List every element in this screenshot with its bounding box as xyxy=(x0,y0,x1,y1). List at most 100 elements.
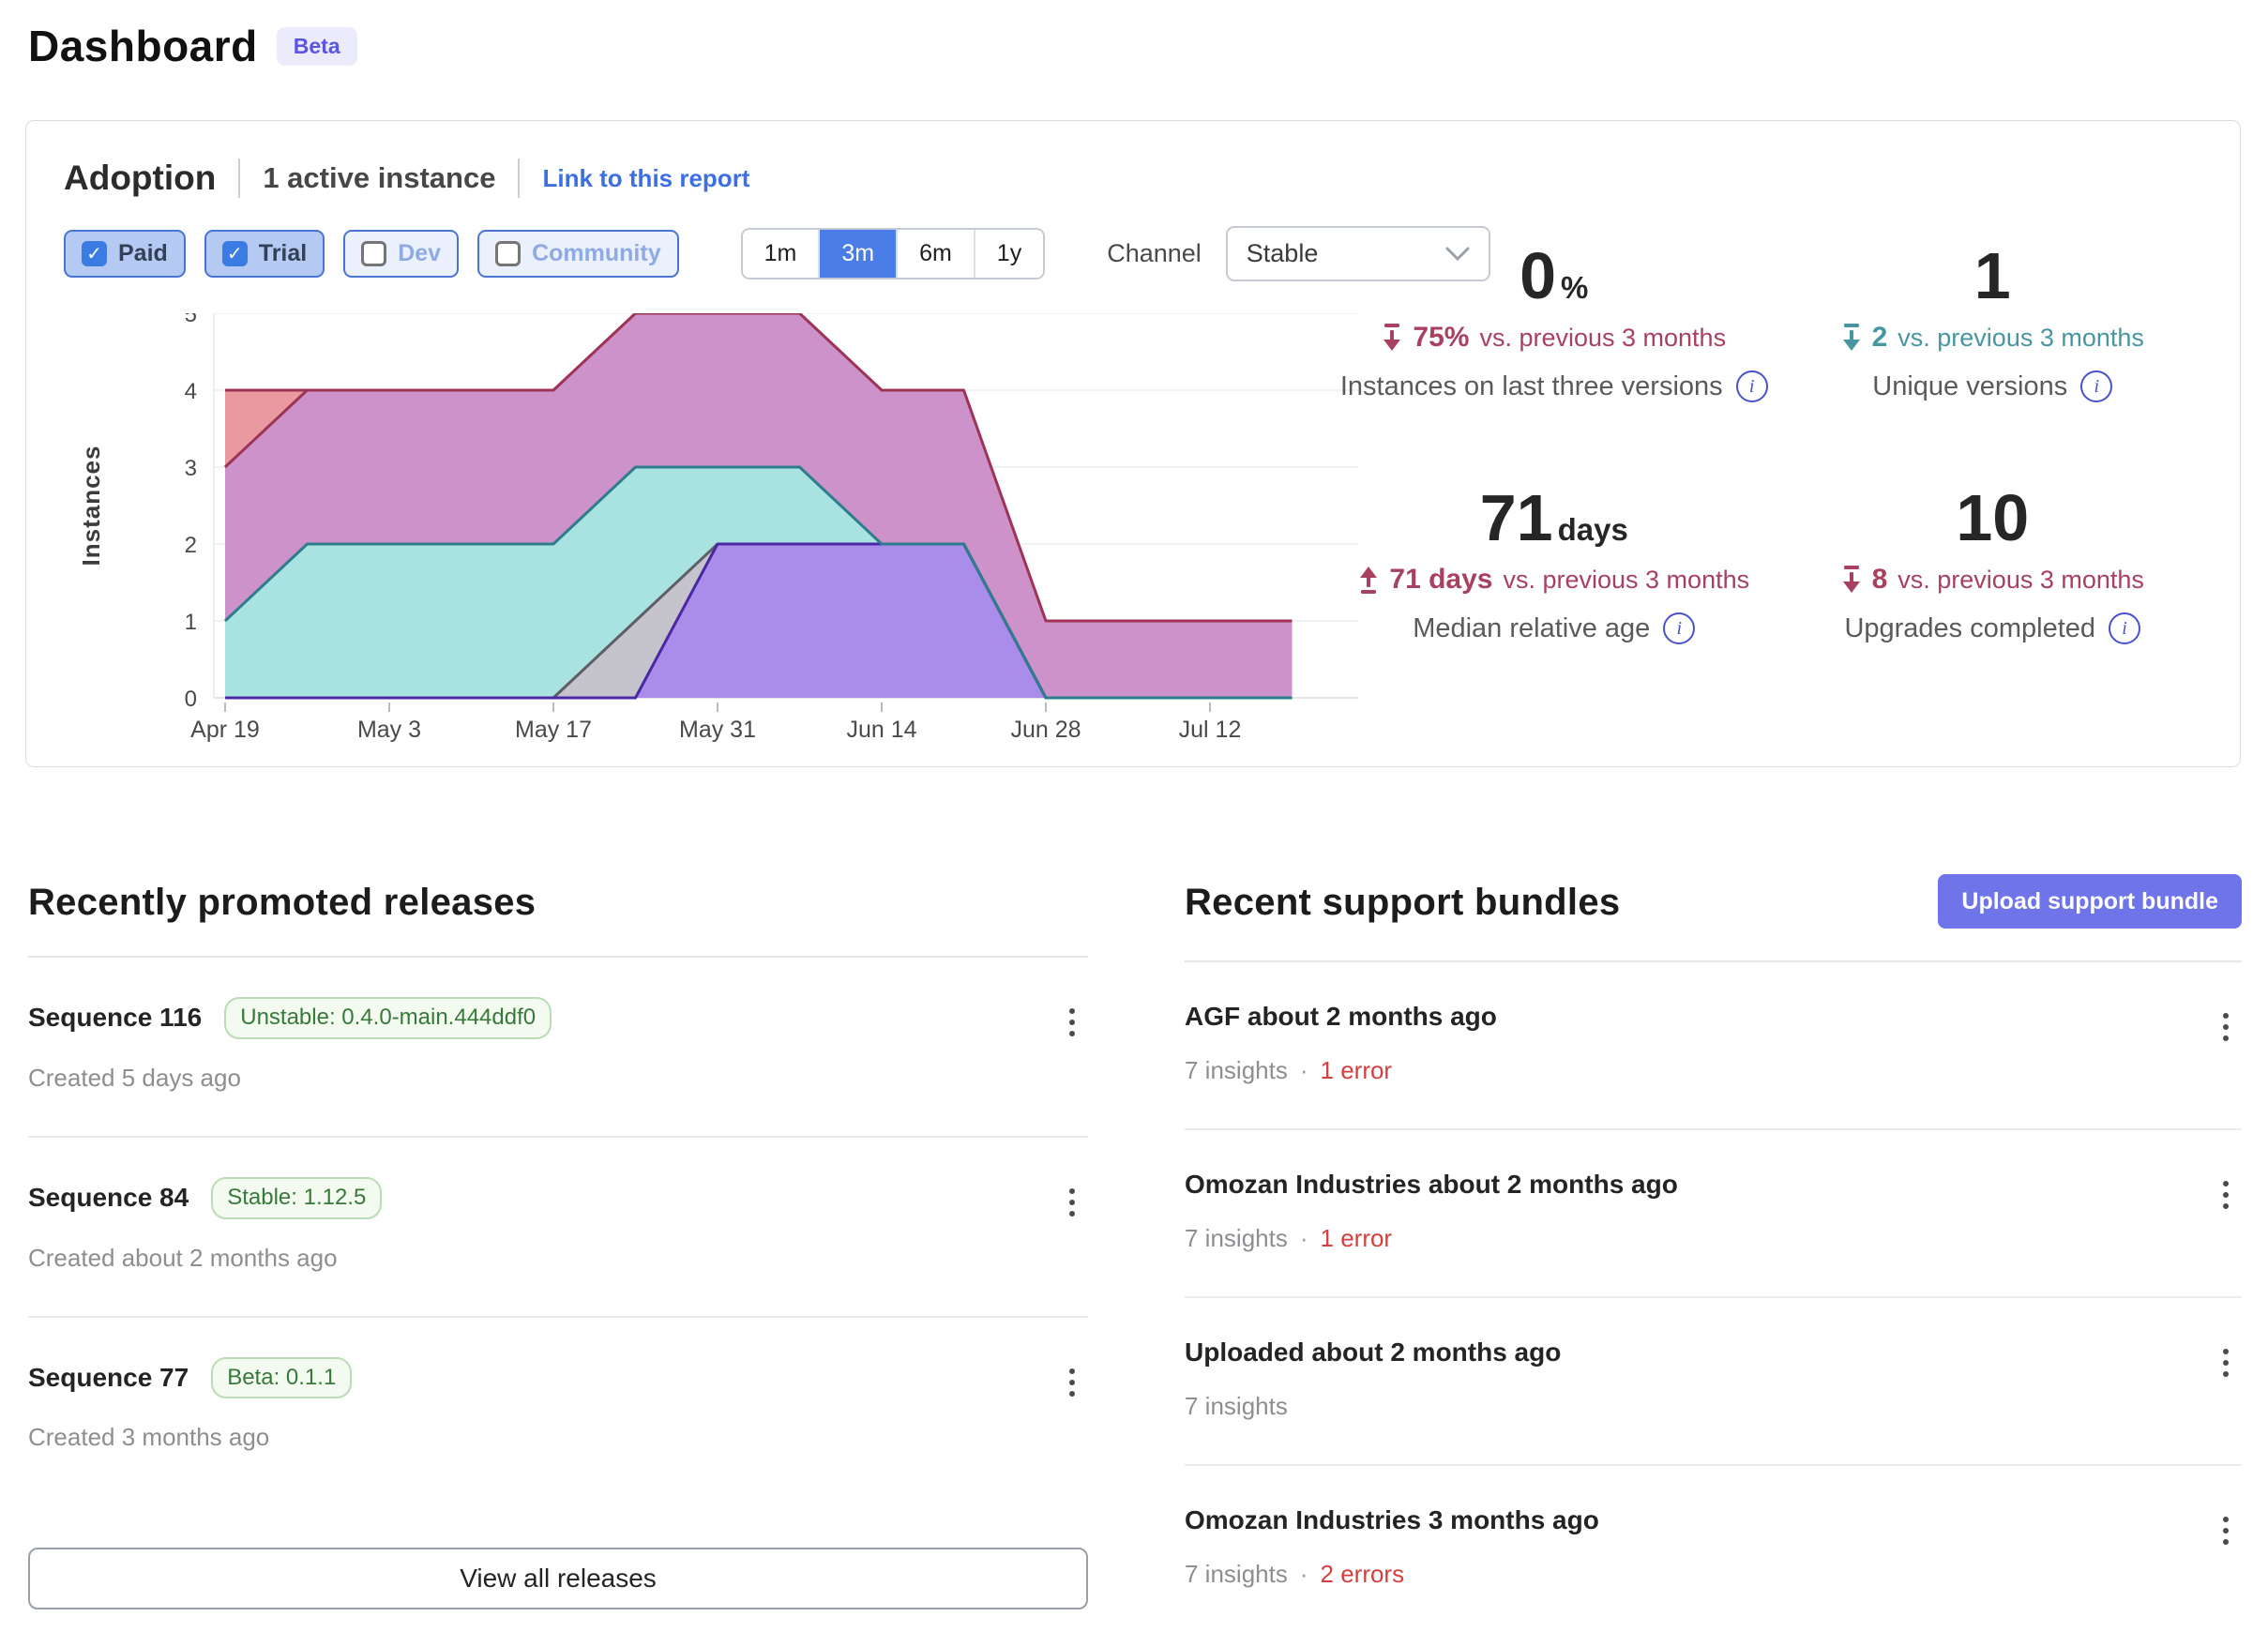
svg-text:May 31: May 31 xyxy=(679,717,756,743)
filter-chip-community[interactable]: Community xyxy=(477,230,679,278)
stat-unique-versions: 12vs. previous 3 monthsUnique versionsi xyxy=(1774,243,2213,402)
row-menu-kebab-icon[interactable] xyxy=(1064,1003,1081,1042)
bundle-meta: 7 insights·1 error xyxy=(1185,1056,2242,1085)
adoption-card: Adoption 1 active instance Link to this … xyxy=(25,120,2241,767)
row-menu-kebab-icon[interactable] xyxy=(2217,1511,2234,1550)
link-to-report[interactable]: Link to this report xyxy=(542,164,749,193)
stat-upgrades-completed: 10 8 vs. previous 3 months Upgrades complet… xyxy=(1774,485,2213,644)
range-segment-1m[interactable]: 1m xyxy=(743,230,819,278)
stat-delta: 2vs. previous 3 months xyxy=(1774,322,2213,354)
info-icon[interactable]: i xyxy=(2109,612,2140,644)
row-menu-kebab-icon[interactable] xyxy=(2217,1007,2234,1047)
range-segment-3m[interactable]: 3m xyxy=(818,230,896,278)
stat-value: 71days xyxy=(1335,485,1774,551)
release-sequence-title: Sequence 116 xyxy=(28,1003,202,1033)
release-sequence-title: Sequence 84 xyxy=(28,1183,189,1213)
stat-label-text: Median relative age xyxy=(1413,613,1650,644)
bundle-title-line: Omozan Industries 3 months ago xyxy=(1185,1505,2242,1535)
upload-support-bundle-button[interactable]: Upload support bundle xyxy=(1938,874,2242,929)
adoption-chart-area[interactable]: Apr 19May 3May 17May 31Jun 14Jun 28Jul 1… xyxy=(73,313,1386,768)
stat-label-text: Upgrades completed xyxy=(1844,613,2095,644)
bundle-title-line: Uploaded about 2 months ago xyxy=(1185,1337,2242,1368)
stat-delta: 8 vs. previous 3 months xyxy=(1774,564,2213,596)
info-icon[interactable]: i xyxy=(1663,612,1695,644)
bundle-error-count: 1 error xyxy=(1321,1056,1393,1085)
trend-down-icon xyxy=(1841,566,1862,594)
stat-delta-text: vs. previous 3 months xyxy=(1898,566,2144,595)
release-row: Sequence 84 Stable: 1.12.5 Created about 2… xyxy=(28,1138,1088,1318)
bundle-title-line: AGF about 2 months ago xyxy=(1185,1002,2242,1032)
filter-chip-label: Dev xyxy=(398,240,441,267)
filter-chip-label: Trial xyxy=(259,240,307,267)
support-bundle-row: AGF about 2 months ago7 insights·1 error xyxy=(1185,962,2242,1130)
release-version-badge: Stable: 1.12.5 xyxy=(211,1177,382,1219)
checkbox-unchecked-icon xyxy=(495,241,521,266)
release-sequence-title: Sequence 77 xyxy=(28,1363,189,1393)
bundle-title: Omozan Industries 3 months ago xyxy=(1185,1505,1599,1535)
filter-chip-label: Paid xyxy=(118,240,168,267)
svg-text:1: 1 xyxy=(185,610,197,635)
svg-text:Jun 14: Jun 14 xyxy=(846,717,916,743)
svg-text:3: 3 xyxy=(185,456,197,481)
svg-text:4: 4 xyxy=(185,379,197,404)
dot-separator: · xyxy=(1300,1056,1308,1085)
support-bundle-row: Uploaded about 2 months ago 7 insights xyxy=(1185,1298,2242,1466)
release-title-line: Sequence 116Unstable: 0.4.0-main.444ddf0 xyxy=(28,997,1088,1039)
releases-section: Recently promoted releases Sequence 116U… xyxy=(28,882,1088,1609)
stat-delta-value: 8 xyxy=(1872,564,1888,596)
bundle-title: AGF about 2 months ago xyxy=(1185,1002,1497,1032)
page-header: Dashboard Beta xyxy=(28,21,357,71)
stat-delta-value: 75% xyxy=(1413,322,1469,354)
license-filters: ✓Paid ✓Trial Dev Community xyxy=(64,230,698,278)
bundle-insights-count: 7 insights xyxy=(1185,1392,1288,1421)
stat-label: Instances on last three versionsi xyxy=(1335,370,1774,402)
svg-text:0: 0 xyxy=(185,687,197,712)
release-created-text: Created 5 days ago xyxy=(28,1064,1088,1093)
support-bundle-row: Omozan Industries 3 months ago 7 insights… xyxy=(1185,1466,2242,1632)
filter-chip-trial[interactable]: ✓Trial xyxy=(204,230,325,278)
info-icon[interactable]: i xyxy=(2080,370,2112,402)
svg-text:Jul 12: Jul 12 xyxy=(1179,717,1242,743)
adoption-card-header: Adoption 1 active instance Link to this … xyxy=(64,159,749,198)
stat-value: 10 xyxy=(1774,485,2213,551)
bundle-error-count: 1 error xyxy=(1321,1224,1393,1253)
stat-instances-on-last-three-versions: 0% 75% vs. previous 3 months Instances on l… xyxy=(1335,243,1774,402)
row-menu-kebab-icon[interactable] xyxy=(2217,1175,2234,1215)
release-version-badge: Beta: 0.1.1 xyxy=(211,1357,352,1399)
stat-delta: 75% vs. previous 3 months xyxy=(1335,322,1774,354)
adoption-filter-row: ✓Paid ✓Trial Dev Community 1m3m6m1y Channel… xyxy=(64,226,1490,281)
adoption-title: Adoption xyxy=(64,159,216,198)
release-created-text: Created about 2 months ago xyxy=(28,1244,1088,1273)
row-menu-kebab-icon[interactable] xyxy=(2217,1343,2234,1383)
adoption-chart[interactable]: Apr 19May 3May 17May 31Jun 14Jun 28Jul 1… xyxy=(73,313,1386,763)
filter-chip-dev[interactable]: Dev xyxy=(343,230,459,278)
bundle-title: Uploaded about 2 months ago xyxy=(1185,1337,1561,1368)
range-segment-1y[interactable]: 1y xyxy=(974,230,1043,278)
bundle-meta: 7 insights·2 errors xyxy=(1185,1560,2242,1589)
beta-badge: Beta xyxy=(277,27,357,66)
row-menu-kebab-icon[interactable] xyxy=(1064,1363,1081,1402)
channel-label: Channel xyxy=(1107,239,1202,268)
trend-down-icon xyxy=(1841,324,1862,352)
stat-value: 0% xyxy=(1335,243,1774,309)
stat-delta-text: vs. previous 3 months xyxy=(1479,324,1726,353)
adoption-stats: 0% 75% vs. previous 3 months Instances on l… xyxy=(1335,243,2212,644)
dot-separator: · xyxy=(1300,1224,1308,1253)
divider xyxy=(238,159,240,198)
info-icon[interactable]: i xyxy=(1736,370,1768,402)
page-title: Dashboard xyxy=(28,21,258,71)
divider xyxy=(518,159,520,198)
support-bundle-list: AGF about 2 months ago 7 insights · 1 error… xyxy=(1185,962,2242,1632)
stat-value-suffix: days xyxy=(1558,512,1628,547)
range-segment-6m[interactable]: 6m xyxy=(896,230,974,278)
view-all-releases-button[interactable]: View all releases xyxy=(28,1548,1088,1609)
stat-label-text: Unique versions xyxy=(1872,371,2067,402)
filter-chip-paid[interactable]: ✓Paid xyxy=(64,230,186,278)
bundle-insights-count: 7 insights xyxy=(1185,1560,1288,1589)
release-list: Sequence 116Unstable: 0.4.0-main.444ddf0… xyxy=(28,958,1088,1495)
bundle-meta: 7 insights xyxy=(1185,1392,2242,1421)
row-menu-kebab-icon[interactable] xyxy=(1064,1183,1081,1222)
release-title-line: Sequence 84 Stable: 1.12.5 xyxy=(28,1177,1088,1219)
svg-text:Jun 28: Jun 28 xyxy=(1010,717,1081,743)
stat-label: Unique versions i xyxy=(1774,370,2213,402)
